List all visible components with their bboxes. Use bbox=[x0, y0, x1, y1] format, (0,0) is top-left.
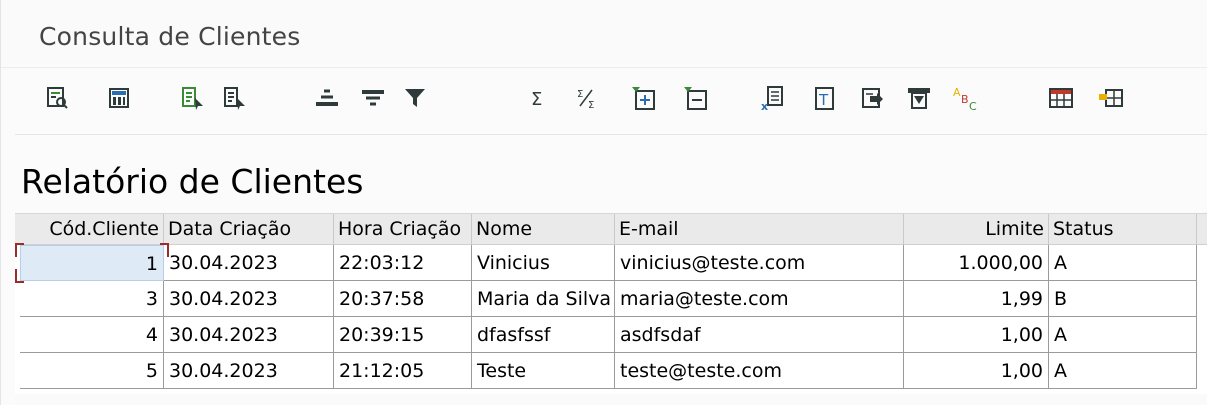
grid-header: Cód.Cliente Data Criação Hora Criação No… bbox=[15, 214, 1207, 245]
cell-limite[interactable]: 1,00 bbox=[904, 317, 1049, 353]
svg-text:A: A bbox=[953, 86, 961, 99]
column-header-nome[interactable]: Nome bbox=[472, 214, 615, 245]
subtotal-icon[interactable]: ΣΣ bbox=[571, 82, 603, 114]
table-row[interactable]: 1 30.04.2023 22:03:12 Vinicius vinicius@… bbox=[15, 243, 1197, 283]
cell-status[interactable]: A bbox=[1049, 245, 1197, 281]
column-header-cod-cliente[interactable]: Cód.Cliente bbox=[15, 214, 164, 245]
cell-data-criacao[interactable]: 30.04.2023 bbox=[164, 353, 334, 389]
cell-status[interactable]: A bbox=[1049, 317, 1197, 353]
abc-analysis-icon[interactable]: ABC bbox=[949, 82, 981, 114]
find-next-icon[interactable] bbox=[357, 82, 389, 114]
alv-grid: Cód.Cliente Data Criação Hora Criação No… bbox=[15, 213, 1207, 405]
select-layout-icon[interactable] bbox=[1095, 82, 1127, 114]
expand-icon[interactable] bbox=[627, 82, 659, 114]
filter-icon[interactable] bbox=[399, 82, 431, 114]
column-header-limite[interactable]: Limite bbox=[904, 214, 1049, 245]
cell-nome[interactable]: Maria da Silva bbox=[472, 281, 615, 317]
cell-limite[interactable]: 1.000,00 bbox=[904, 245, 1049, 281]
alv-toolbar: Σ ΣΣ x T ABC bbox=[31, 76, 1207, 120]
svg-text:T: T bbox=[818, 91, 829, 109]
sort-descending-icon[interactable] bbox=[219, 82, 251, 114]
find-icon[interactable] bbox=[311, 82, 343, 114]
column-header-status[interactable]: Status bbox=[1049, 214, 1197, 245]
table-row[interactable]: 4 30.04.2023 20:39:15 dfasfssf asdfsdaf … bbox=[15, 317, 1197, 353]
grid-right-gutter bbox=[1197, 245, 1207, 405]
column-header-hora-criacao[interactable]: Hora Criação bbox=[334, 214, 472, 245]
cell-hora-criacao[interactable]: 20:37:58 bbox=[334, 281, 472, 317]
grid-bottom-area bbox=[15, 394, 1207, 405]
cell-hora-criacao[interactable]: 21:12:05 bbox=[334, 353, 472, 389]
text-processing-icon[interactable]: T bbox=[809, 82, 841, 114]
cell-hora-criacao[interactable]: 22:03:12 bbox=[334, 245, 472, 281]
cell-data-criacao[interactable]: 30.04.2023 bbox=[164, 245, 334, 281]
cell-status[interactable]: B bbox=[1049, 281, 1197, 317]
calculator-icon[interactable] bbox=[103, 82, 135, 114]
title-bar: Consulta de Clientes bbox=[1, 0, 1207, 65]
column-header-email[interactable]: E-mail bbox=[615, 214, 904, 245]
selection-corner-mark bbox=[15, 243, 24, 257]
cell-data-criacao[interactable]: 30.04.2023 bbox=[164, 281, 334, 317]
cell-hora-criacao[interactable]: 20:39:15 bbox=[334, 317, 472, 353]
column-header-data-criacao[interactable]: Data Criação bbox=[164, 214, 334, 245]
report-title: Relatório de Clientes bbox=[21, 162, 364, 201]
table-row[interactable]: 5 30.04.2023 21:12:05 Teste teste@teste.… bbox=[15, 353, 1197, 389]
cell-email[interactable]: asdfsdaf bbox=[615, 317, 904, 353]
sap-window: Consulta de Clientes Σ Σ Σ x T A B C Rel… bbox=[0, 0, 1207, 405]
cell-nome[interactable]: Vinicius bbox=[472, 245, 615, 281]
local-file-icon[interactable] bbox=[857, 82, 889, 114]
toolbar-divider bbox=[15, 134, 1207, 135]
cell-cod-cliente[interactable]: 4 bbox=[20, 317, 164, 353]
cell-email[interactable]: maria@teste.com bbox=[615, 281, 904, 317]
cell-status[interactable]: A bbox=[1049, 353, 1197, 389]
cell-nome[interactable]: dfasfssf bbox=[472, 317, 615, 353]
svg-text:Σ: Σ bbox=[588, 100, 594, 110]
details-icon[interactable] bbox=[41, 82, 73, 114]
cell-cod-cliente[interactable]: 5 bbox=[20, 353, 164, 389]
export-excel-icon[interactable]: x bbox=[757, 82, 789, 114]
cell-limite[interactable]: 1,00 bbox=[904, 353, 1049, 389]
cell-limite[interactable]: 1,99 bbox=[904, 281, 1049, 317]
svg-text:C: C bbox=[969, 100, 977, 111]
cell-cod-cliente[interactable]: 3 bbox=[20, 281, 164, 317]
table-row[interactable]: 3 30.04.2023 20:37:58 Maria da Silva mar… bbox=[15, 281, 1197, 317]
cell-value: 1 bbox=[145, 253, 158, 275]
sum-icon[interactable]: Σ bbox=[521, 82, 553, 114]
svg-text:Σ: Σ bbox=[531, 89, 542, 109]
cell-cod-cliente[interactable]: 1 bbox=[15, 243, 169, 283]
change-layout-icon[interactable] bbox=[1045, 82, 1077, 114]
title-divider bbox=[1, 67, 1207, 68]
cell-email[interactable]: teste@teste.com bbox=[615, 353, 904, 389]
svg-text:B: B bbox=[961, 93, 969, 106]
collapse-icon[interactable] bbox=[679, 82, 711, 114]
print-preview-icon[interactable] bbox=[903, 82, 935, 114]
sort-ascending-icon[interactable] bbox=[177, 82, 209, 114]
cell-email[interactable]: vinicius@teste.com bbox=[615, 245, 904, 281]
svg-text:Σ: Σ bbox=[577, 89, 583, 100]
page-title: Consulta de Clientes bbox=[39, 22, 301, 51]
cell-data-criacao[interactable]: 30.04.2023 bbox=[164, 317, 334, 353]
cell-nome[interactable]: Teste bbox=[472, 353, 615, 389]
svg-text:x: x bbox=[761, 100, 768, 111]
